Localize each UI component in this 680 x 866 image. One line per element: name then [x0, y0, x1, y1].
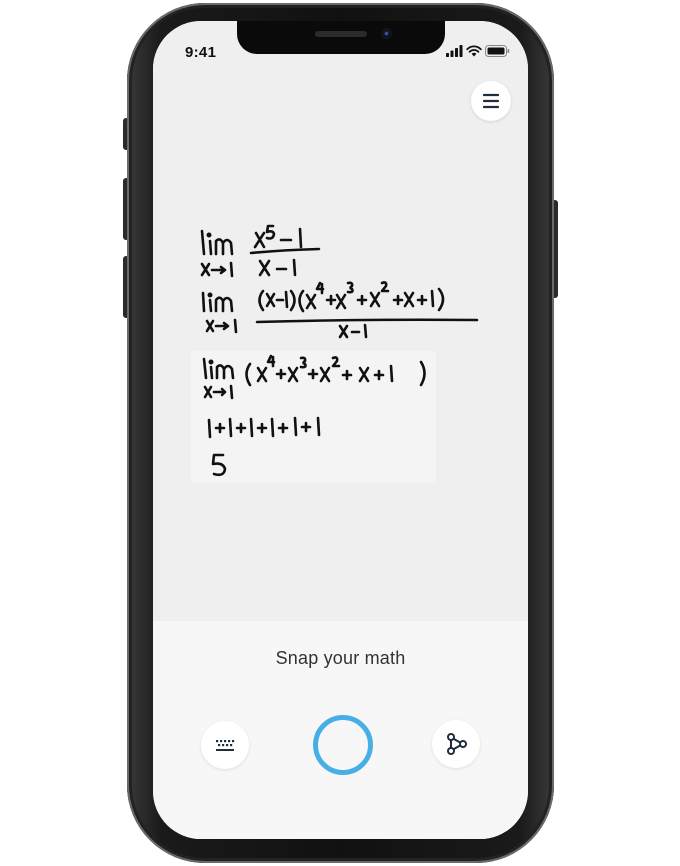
battery-icon	[485, 45, 510, 57]
math-line-5	[211, 453, 227, 477]
status-time: 9:41	[185, 44, 217, 61]
menu-button[interactable]	[471, 81, 511, 121]
keyboard-button[interactable]	[201, 721, 249, 769]
status-bar: 9:41	[153, 21, 528, 67]
math-line-4	[207, 416, 321, 439]
phone-screen: 9:41 Snap your math	[153, 21, 528, 839]
math-line-2	[201, 281, 479, 339]
notch	[237, 21, 445, 54]
wifi-icon	[466, 45, 482, 57]
math-line-3	[202, 354, 426, 400]
camera-shutter-button[interactable]	[313, 715, 373, 775]
graph-share-icon	[447, 733, 467, 755]
graph-button[interactable]	[432, 720, 480, 768]
menu-icon	[482, 93, 500, 109]
snap-prompt: Snap your math	[275, 648, 406, 668]
keyboard-icon	[216, 740, 235, 751]
speaker-grille	[315, 31, 367, 37]
front-camera-lens	[385, 32, 388, 35]
cellular-signal-icon	[446, 45, 463, 57]
math-line-1	[200, 224, 321, 278]
camera-viewfinder	[153, 21, 528, 621]
